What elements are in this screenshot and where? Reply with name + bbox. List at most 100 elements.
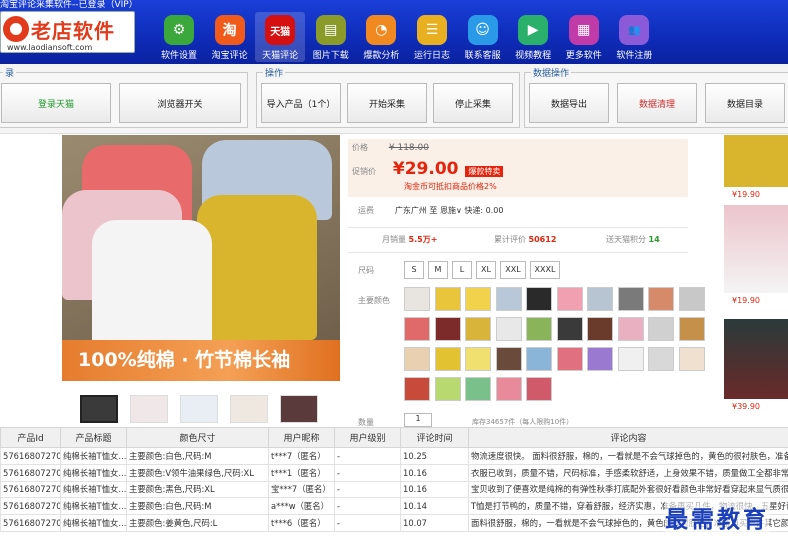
color-swatch[interactable] (648, 317, 674, 341)
size-option[interactable]: XXXL (530, 261, 560, 279)
column-header[interactable]: 评论内容 (468, 427, 788, 448)
color-swatch[interactable] (404, 287, 430, 311)
table-row[interactable]: 576168072704纯棉长袖T恤女...主要颜色:V领牛油果绿色,尺码:XL… (0, 463, 788, 482)
nav-taobao[interactable]: 淘淘宝评论 (205, 12, 255, 62)
color-swatch[interactable] (526, 317, 552, 341)
gear-icon: ⚙ (164, 15, 194, 45)
thumbnail[interactable] (130, 395, 168, 423)
thumbnail[interactable] (80, 395, 118, 423)
color-swatch[interactable] (495, 287, 522, 311)
promo-note: 淘金币可抵扣商品价格2% (404, 182, 497, 191)
table-cell: a***w（匿名） (268, 497, 335, 516)
color-swatch[interactable] (465, 287, 491, 311)
color-swatch[interactable] (678, 317, 705, 341)
quantity-input[interactable]: 1 (404, 413, 432, 427)
table-cell: 纯棉长袖T恤女... (60, 480, 127, 499)
color-swatch[interactable] (678, 347, 705, 371)
color-swatch[interactable] (617, 287, 644, 311)
login-group-label: 录 (3, 66, 17, 79)
table-cell: - (334, 514, 401, 532)
color-swatch[interactable] (404, 377, 430, 401)
stock-note: 库存34657件（每人限购10件） (472, 418, 574, 426)
login-tmall-button[interactable]: 登录天猫 (1, 83, 111, 123)
data-clear-button[interactable]: 数据清理 (617, 83, 697, 123)
nav-gear[interactable]: ⚙ 软件设置 (154, 12, 204, 62)
tmall-icon: 天猫 (265, 15, 296, 45)
price-label: 价格 (352, 143, 368, 152)
color-swatch[interactable] (556, 317, 583, 341)
color-swatch[interactable] (556, 347, 583, 371)
color-swatch[interactable] (617, 347, 644, 371)
side-product-image[interactable] (724, 319, 788, 399)
thumbnail[interactable] (230, 395, 268, 423)
color-swatch[interactable] (587, 347, 613, 371)
toolbar: 录 登录天猫 浏览器开关 操作 导入产品（1个） 开始采集 停止采集 数据操作 … (0, 64, 788, 134)
color-swatch[interactable] (495, 347, 522, 371)
color-swatch[interactable] (434, 317, 461, 341)
column-header[interactable]: 产品标题 (60, 427, 127, 448)
table-cell: 纯棉长袖T恤女... (60, 463, 127, 482)
color-swatch[interactable] (648, 287, 674, 311)
color-swatch[interactable] (648, 347, 674, 371)
color-swatch[interactable] (465, 377, 491, 401)
side-product-image[interactable] (724, 205, 788, 293)
table-cell: 主要颜色:白色,尺码:M (126, 497, 269, 516)
nav-label: 淘宝评论 (211, 51, 248, 61)
color-swatch[interactable] (617, 317, 644, 341)
color-swatch[interactable] (587, 287, 613, 311)
data-export-button[interactable]: 数据导出 (529, 83, 609, 123)
watermark: 最需教育 (665, 500, 769, 534)
column-header[interactable]: 用户级别 (334, 427, 401, 448)
color-swatch[interactable] (434, 287, 461, 311)
nav-label: 运行日志 (413, 51, 450, 61)
size-option[interactable]: XL (476, 261, 496, 279)
color-swatch[interactable] (434, 377, 461, 401)
column-header[interactable]: 颜色尺寸 (126, 427, 269, 448)
color-swatch[interactable] (495, 377, 522, 401)
color-swatch[interactable] (434, 347, 461, 371)
column-header[interactable]: 评论时间 (400, 427, 469, 448)
table-row[interactable]: 576168072704纯棉长袖T恤女...主要颜色:白色,尺码:Mt***7（… (0, 447, 788, 465)
nav-play[interactable]: ▶ 视频教程 (508, 12, 558, 62)
browser-toggle-button[interactable]: 浏览器开关 (119, 83, 241, 123)
nav-cart[interactable]: ▤ 图片下载 (306, 12, 356, 62)
data-directory-button[interactable]: 数据目录 (705, 83, 785, 123)
users-icon: 👥 (619, 15, 650, 45)
color-swatch[interactable] (465, 317, 491, 341)
nav-box[interactable]: ▦ 更多软件 (559, 12, 609, 62)
table-cell: - (334, 447, 401, 465)
operations-group-label: 操作 (263, 66, 286, 79)
size-option[interactable]: XXL (500, 261, 526, 279)
nav-label: 视频教程 (515, 51, 552, 61)
nav-chat[interactable]: ☺ 联系客服 (458, 12, 508, 62)
color-swatch[interactable] (404, 317, 430, 341)
color-swatch[interactable] (556, 287, 583, 311)
table-cell: 10.16 (400, 480, 469, 499)
column-header[interactable]: 用户昵称 (268, 427, 335, 448)
color-swatch[interactable] (526, 287, 552, 311)
nav-log[interactable]: ☰ 运行日志 (407, 12, 457, 62)
stop-collect-button[interactable]: 停止采集 (433, 83, 513, 123)
import-products-button[interactable]: 导入产品（1个） (261, 83, 341, 123)
color-swatch[interactable] (465, 347, 491, 371)
nav-tmall[interactable]: 天猫 天猫评论 (255, 12, 306, 62)
color-swatch[interactable] (526, 377, 552, 401)
table-row[interactable]: 576168072704纯棉长袖T恤女...主要颜色:黑色,尺码:XL宝***7… (0, 480, 788, 499)
table-cell: 宝***7（匿名） (268, 480, 335, 499)
color-swatch[interactable] (678, 287, 705, 311)
start-collect-button[interactable]: 开始采集 (347, 83, 427, 123)
nav-users[interactable]: 👥 软件注册 (609, 12, 659, 62)
color-swatch[interactable] (587, 317, 613, 341)
color-swatch[interactable] (404, 347, 430, 371)
color-swatch[interactable] (495, 317, 522, 341)
thumbnail[interactable] (180, 395, 218, 423)
thumbnail[interactable] (280, 395, 318, 423)
log-icon: ☰ (417, 15, 447, 45)
size-option[interactable]: M (428, 261, 448, 279)
size-option[interactable]: L (452, 261, 472, 279)
size-option[interactable]: S (404, 261, 424, 279)
nav-pie-chart[interactable]: ◔ 爆款分析 (356, 12, 406, 62)
side-product-image[interactable] (724, 135, 788, 187)
column-header[interactable]: 产品Id (0, 427, 61, 448)
color-swatch[interactable] (526, 347, 552, 371)
